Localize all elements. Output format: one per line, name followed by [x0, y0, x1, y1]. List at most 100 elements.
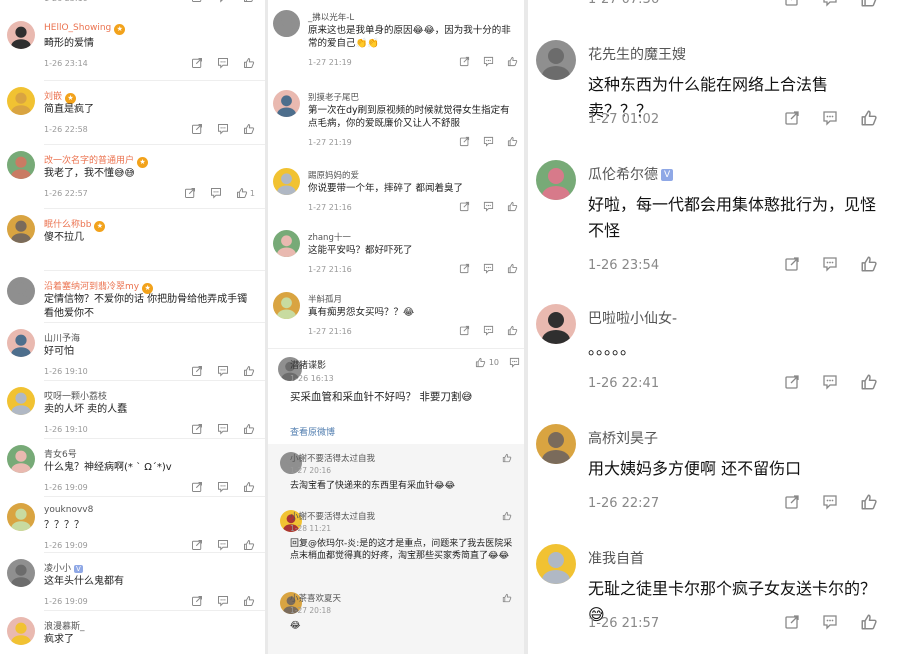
like-icon[interactable] — [243, 539, 255, 551]
share-icon[interactable] — [191, 365, 203, 377]
comment-icon[interactable] — [509, 357, 520, 368]
commenter-name[interactable]: 巴啦啦小仙女- — [588, 308, 677, 328]
commenter-name[interactable]: 哎呀一颗小荔枝 — [44, 389, 107, 402]
share-icon[interactable] — [784, 614, 800, 630]
reply-author-name[interactable]: 小榭不要活得太过自我 — [290, 510, 375, 522]
commenter-name[interactable]: 花先生的魔王嫂 — [588, 44, 686, 64]
comment-icon[interactable] — [822, 256, 838, 272]
like-icon[interactable]: 10 — [475, 357, 499, 368]
comment-icon[interactable] — [483, 56, 494, 67]
comment-icon[interactable] — [483, 201, 494, 212]
commenter-name[interactable]: youknovv8 — [44, 505, 93, 515]
commenter-name[interactable]: HEllO_Showing ★ — [44, 23, 126, 35]
share-icon[interactable] — [191, 595, 203, 607]
avatar[interactable] — [273, 90, 300, 117]
share-icon[interactable] — [784, 0, 800, 7]
avatar[interactable] — [7, 559, 35, 587]
commenter-name[interactable]: 山川予海 — [44, 331, 80, 344]
share-icon[interactable] — [191, 539, 203, 551]
commenter-name[interactable]: _拂以光年-L — [308, 11, 354, 23]
share-icon[interactable] — [191, 57, 203, 69]
avatar[interactable] — [536, 544, 576, 584]
like-icon[interactable] — [243, 0, 255, 3]
avatar[interactable] — [7, 387, 35, 415]
reply-author-name[interactable]: 小榭不要活得太过自我 — [290, 452, 375, 464]
avatar[interactable] — [273, 292, 300, 319]
like-icon[interactable] — [860, 109, 878, 127]
share-icon[interactable] — [784, 494, 800, 510]
commenter-name[interactable]: 凌小小 V — [44, 561, 83, 574]
like-icon[interactable] — [507, 201, 518, 212]
commenter-name[interactable]: 瓜伦希尔德 V — [588, 164, 674, 184]
comment-icon[interactable] — [217, 123, 229, 135]
commenter-name[interactable]: 青女6号 — [44, 447, 77, 460]
share-icon[interactable] — [191, 123, 203, 135]
comment-icon[interactable] — [217, 57, 229, 69]
like-icon[interactable] — [507, 56, 518, 67]
share-icon[interactable] — [459, 136, 470, 147]
like-icon[interactable] — [502, 511, 512, 521]
comment-icon[interactable] — [217, 539, 229, 551]
avatar[interactable] — [7, 215, 35, 243]
comment-icon[interactable] — [217, 595, 229, 607]
comment-icon[interactable] — [217, 423, 229, 435]
comment-icon[interactable] — [483, 325, 494, 336]
like-icon[interactable] — [507, 325, 518, 336]
commenter-name[interactable]: 眠什么称bb ★ — [44, 217, 106, 232]
avatar[interactable] — [7, 277, 35, 305]
like-icon[interactable] — [502, 593, 512, 603]
avatar[interactable] — [536, 424, 576, 464]
like-icon[interactable] — [243, 365, 255, 377]
commenter-name[interactable]: 踢原妈妈的爱 — [308, 169, 359, 181]
comment-icon[interactable] — [217, 481, 229, 493]
comment-icon[interactable] — [822, 110, 838, 126]
commenter-name[interactable]: 半斛孤月 — [308, 293, 342, 305]
like-icon[interactable] — [502, 453, 512, 463]
commenter-name[interactable]: 别摸老子尾巴 — [308, 91, 359, 103]
share-icon[interactable] — [459, 263, 470, 274]
like-icon[interactable] — [507, 136, 518, 147]
avatar[interactable] — [7, 617, 35, 645]
comment-icon[interactable] — [822, 374, 838, 390]
like-icon[interactable] — [860, 373, 878, 391]
commenter-name[interactable]: 刘嵌 ★ — [44, 89, 77, 104]
avatar[interactable] — [273, 168, 300, 195]
share-icon[interactable] — [184, 187, 196, 199]
commenter-name[interactable]: 沿着塞纳河到翡冷翠my ★ — [44, 279, 154, 294]
share-icon[interactable] — [784, 110, 800, 126]
like-icon[interactable] — [860, 0, 878, 8]
avatar[interactable] — [536, 160, 576, 200]
commenter-name[interactable]: 浪漫慕斯_ — [44, 619, 85, 632]
post-author-name[interactable]: 潜猪谍影 — [290, 358, 326, 371]
share-icon[interactable] — [459, 201, 470, 212]
comment-icon[interactable] — [217, 365, 229, 377]
share-icon[interactable] — [191, 481, 203, 493]
comment-icon[interactable] — [483, 263, 494, 274]
avatar[interactable] — [7, 503, 35, 531]
share-icon[interactable] — [784, 256, 800, 272]
avatar[interactable] — [7, 151, 35, 179]
share-icon[interactable] — [191, 0, 203, 3]
like-icon[interactable] — [243, 57, 255, 69]
share-icon[interactable] — [459, 56, 470, 67]
commenter-name[interactable]: 高桥刘昊子 — [588, 428, 658, 448]
comment-icon[interactable] — [483, 136, 494, 147]
like-icon[interactable] — [860, 493, 878, 511]
reply-author-name[interactable]: 小茶喜欢夏天 — [290, 592, 341, 604]
avatar[interactable] — [7, 87, 35, 115]
avatar[interactable] — [536, 304, 576, 344]
avatar[interactable] — [7, 445, 35, 473]
avatar[interactable] — [536, 40, 576, 80]
avatar[interactable] — [7, 329, 35, 357]
comment-icon[interactable] — [210, 187, 222, 199]
like-icon[interactable] — [243, 423, 255, 435]
like-icon[interactable]: 1 — [236, 187, 255, 199]
comment-icon[interactable] — [822, 0, 838, 7]
avatar[interactable] — [273, 10, 300, 37]
share-icon[interactable] — [191, 423, 203, 435]
like-icon[interactable] — [243, 595, 255, 607]
comment-icon[interactable] — [822, 614, 838, 630]
like-icon[interactable] — [243, 481, 255, 493]
like-icon[interactable] — [860, 255, 878, 273]
commenter-name[interactable]: 准我自首 — [588, 548, 644, 568]
